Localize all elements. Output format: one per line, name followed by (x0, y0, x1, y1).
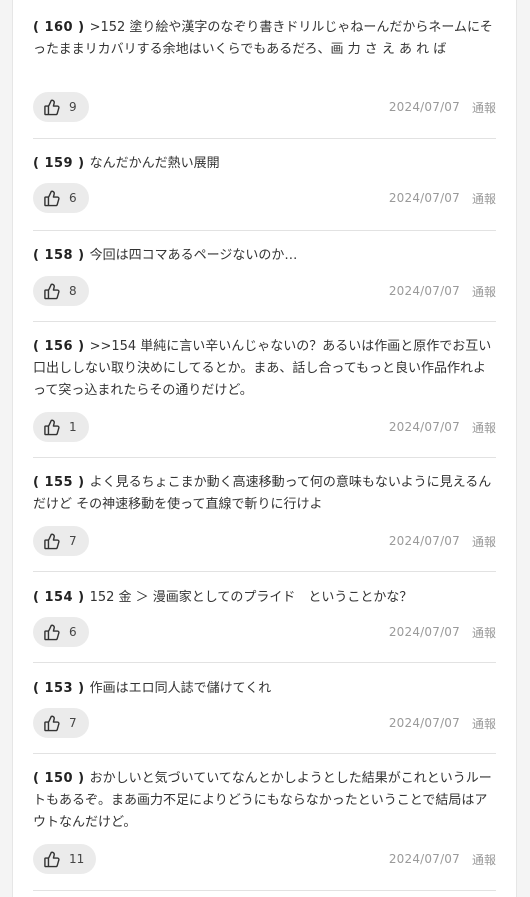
report-link[interactable]: 通報 (472, 190, 496, 207)
like-button[interactable]: 9 (33, 92, 89, 122)
comment-number: ( 156 ) (33, 339, 85, 354)
comment-number: ( 155 ) (33, 475, 85, 490)
comment-item: ( 158 ) 今回は四コマあるページないのか… 8 2024/07/07 通報 (33, 231, 496, 322)
report-link[interactable]: 通報 (472, 715, 496, 732)
comments-panel: ( 160 ) >152 塗り絵や漢字のなぞり書きドリルじゃねーんだからネームにそ… (12, 0, 517, 897)
comment-text: >>154 単純に言い辛いんじゃないの？あるいは作画と原作でお互い口出ししない取… (33, 339, 492, 398)
like-button[interactable]: 6 (33, 183, 89, 213)
report-link[interactable]: 通報 (472, 851, 496, 868)
comment-list: ( 160 ) >152 塗り絵や漢字のなぞり書きドリルじゃねーんだからネームにそ… (33, 0, 496, 891)
report-link[interactable]: 通報 (472, 624, 496, 641)
comment-date: 2024/07/07 (388, 852, 460, 866)
like-button[interactable]: 1 (33, 412, 89, 442)
comment-item: ( 150 ) おかしいと気づいていてなんとかしようとした結果がこれというルートも… (33, 754, 496, 891)
comment-text: よく見るちょこまか動く高速移動って何の意味もないように見えるんだけど その神速移… (33, 475, 492, 512)
comment-date: 2024/07/07 (388, 191, 460, 205)
comment-meta: 2024/07/07 通報 (389, 526, 496, 556)
report-link[interactable]: 通報 (472, 283, 496, 300)
report-link[interactable]: 通報 (472, 533, 496, 550)
like-count: 7 (69, 716, 77, 730)
like-count: 1 (69, 420, 77, 434)
comment-body: ( 155 ) よく見るちょこまか動く高速移動って何の意味もないように見えるんだけ… (33, 472, 496, 516)
comment-date: 2024/07/07 (388, 284, 460, 298)
comment-text: おかしいと気づいていてなんとかしようとした結果がこれというルートもあるぞ。まあ画… (33, 771, 492, 830)
comment-number: ( 160 ) (33, 20, 85, 35)
comment-body: ( 154 ) 152 金 ＞ 漫画家としてのプライド ということかな？ (33, 587, 496, 609)
comment-body: ( 156 ) >>154 単純に言い辛いんじゃないの？あるいは作画と原作でお互い… (33, 336, 496, 402)
comment-text: >152 塗り絵や漢字のなぞり書きドリルじゃねーんだからネームにそったままリカバ… (33, 20, 493, 57)
comment-item: ( 154 ) 152 金 ＞ 漫画家としてのプライド ということかな？ 6 20… (33, 572, 496, 663)
comment-body: ( 160 ) >152 塗り絵や漢字のなぞり書きドリルじゃねーんだからネームにそ… (33, 17, 496, 61)
like-count: 7 (69, 534, 77, 548)
comment-date: 2024/07/07 (388, 534, 460, 548)
like-count: 6 (69, 625, 77, 639)
like-count: 9 (69, 100, 77, 114)
like-count: 8 (69, 284, 77, 298)
like-count: 6 (69, 191, 77, 205)
like-button[interactable]: 8 (33, 276, 89, 306)
comment-date: 2024/07/07 (388, 100, 460, 114)
comment-item: ( 156 ) >>154 単純に言い辛いんじゃないの？あるいは作画と原作でお互い… (33, 322, 496, 458)
comment-meta: 2024/07/07 通報 (389, 92, 496, 122)
comment-meta: 2024/07/07 通報 (389, 276, 496, 306)
like-button[interactable]: 7 (33, 526, 89, 556)
comment-number: ( 150 ) (33, 771, 85, 786)
comment-item: ( 155 ) よく見るちょこまか動く高速移動って何の意味もないように見えるんだけ… (33, 458, 496, 572)
like-button[interactable]: 7 (33, 708, 89, 738)
thumbs-up-icon (43, 624, 61, 641)
comment-body: ( 153 ) 作画はエロ同人誌で儲けてくれ (33, 678, 496, 700)
thumbs-up-icon (43, 533, 61, 550)
comment-item: ( 160 ) >152 塗り絵や漢字のなぞり書きドリルじゃねーんだからネームにそ… (33, 0, 496, 139)
report-link[interactable]: 通報 (472, 99, 496, 116)
comment-number: ( 158 ) (33, 248, 85, 263)
comment-text: 今回は四コマあるページないのか… (89, 248, 298, 263)
thumbs-up-icon (43, 715, 61, 732)
comment-date: 2024/07/07 (388, 420, 460, 434)
comment-number: ( 159 ) (33, 156, 85, 171)
like-count: 11 (69, 852, 85, 866)
thumbs-up-icon (43, 99, 61, 116)
comment-text: 152 金 ＞ 漫画家としてのプライド ということかな？ (89, 590, 413, 605)
comment-meta: 2024/07/07 通報 (389, 412, 496, 442)
comment-meta: 2024/07/07 通報 (389, 708, 496, 738)
comment-date: 2024/07/07 (388, 625, 460, 639)
comment-text: なんだかんだ熱い展開 (89, 156, 220, 171)
like-button[interactable]: 6 (33, 617, 89, 647)
comment-body: ( 158 ) 今回は四コマあるページないのか… (33, 245, 496, 267)
comment-body: ( 159 ) なんだかんだ熱い展開 (33, 153, 496, 175)
like-button[interactable]: 11 (33, 844, 97, 874)
thumbs-up-icon (43, 283, 61, 300)
report-link[interactable]: 通報 (472, 419, 496, 436)
comment-date: 2024/07/07 (388, 716, 460, 730)
comment-meta: 2024/07/07 通報 (389, 844, 496, 874)
comment-meta: 2024/07/07 通報 (389, 617, 496, 647)
comment-number: ( 153 ) (33, 681, 85, 696)
comment-meta: 2024/07/07 通報 (389, 183, 496, 213)
thumbs-up-icon (43, 190, 61, 207)
comment-body: ( 150 ) おかしいと気づいていてなんとかしようとした結果がこれというルートも… (33, 768, 496, 834)
comment-number: ( 154 ) (33, 590, 85, 605)
comment-item: ( 159 ) なんだかんだ熱い展開 6 2024/07/07 通報 (33, 139, 496, 231)
comment-item: ( 153 ) 作画はエロ同人誌で儲けてくれ 7 2024/07/07 通報 (33, 663, 496, 754)
thumbs-up-icon (43, 419, 61, 436)
comment-text: 作画はエロ同人誌で儲けてくれ (89, 681, 272, 696)
thumbs-up-icon (43, 851, 61, 868)
